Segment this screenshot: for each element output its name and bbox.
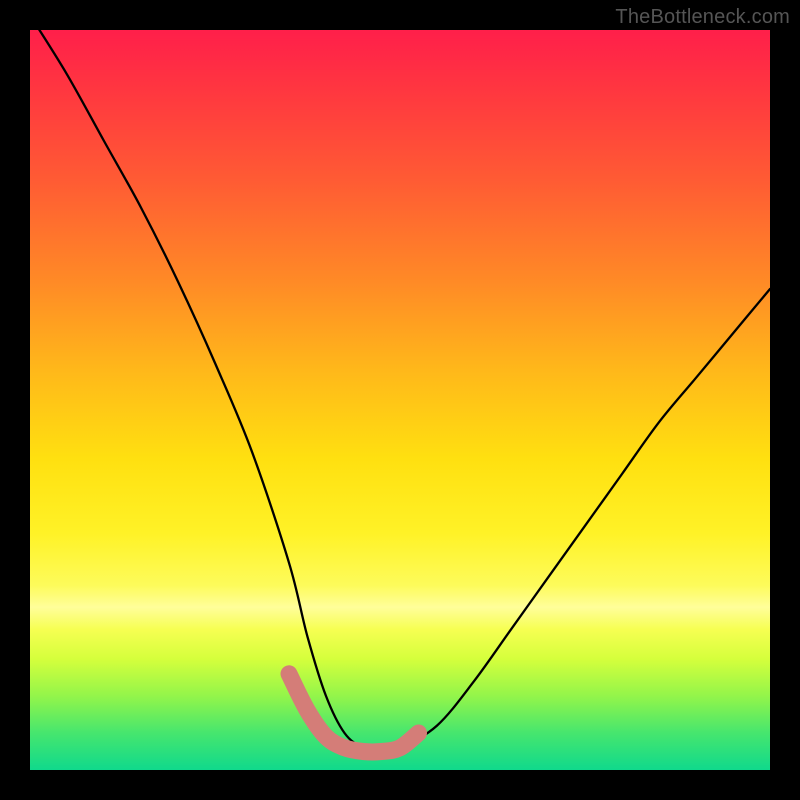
bottleneck-curve [30,15,770,751]
chart-stage: TheBottleneck.com [0,0,800,800]
plot-area [30,30,770,770]
near-optimal-band [289,674,419,752]
watermark-label: TheBottleneck.com [615,6,790,29]
curve-layer [30,30,770,770]
